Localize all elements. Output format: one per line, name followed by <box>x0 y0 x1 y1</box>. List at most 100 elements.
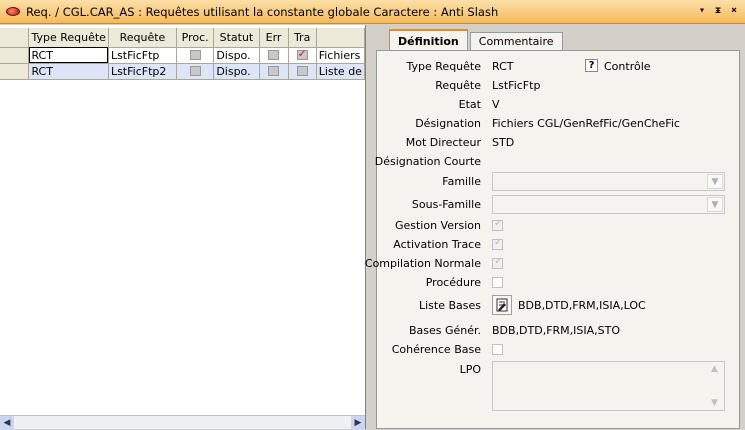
cell-requete[interactable]: LstFicFtp <box>108 47 177 64</box>
row-indicator[interactable] <box>0 47 30 64</box>
window-controls: ▾ ᵻ × <box>695 4 741 18</box>
close-button[interactable]: × <box>727 4 741 18</box>
coherence-base-checkbox[interactable] <box>492 344 503 355</box>
cell-designation[interactable]: Fichiers <box>316 47 366 64</box>
lpo-label: LPO <box>459 363 481 376</box>
dropdown-menu-button[interactable]: ▾ <box>695 4 709 18</box>
field-liste-bases: Liste Bases BDB,DTD,FRM,ISIA,LOC <box>377 295 741 317</box>
column-header-requete[interactable]: Requête <box>108 28 177 48</box>
activation-trace-label: Activation Trace <box>393 238 481 251</box>
cell-err[interactable] <box>259 63 289 80</box>
type-requete-value: RCT <box>492 60 514 73</box>
column-header-designation[interactable] <box>316 28 366 48</box>
procedure-label: Procédure <box>425 276 481 289</box>
column-header-type-requete[interactable]: Type Requête <box>28 28 109 48</box>
compilation-normale-label: Compilation Normale <box>364 257 481 270</box>
designation-label: Désignation <box>415 117 481 130</box>
proc-checkbox[interactable] <box>189 66 201 76</box>
cell-tra[interactable] <box>288 63 317 80</box>
famille-select[interactable]: ▼ <box>492 172 725 191</box>
mot-directeur-label: Mot Directeur <box>405 136 481 149</box>
cell-tra[interactable] <box>288 47 317 64</box>
controle-label: Contrôle <box>604 60 651 73</box>
designation-courte-label: Désignation Courte <box>374 155 481 168</box>
requests-grid-panel: Type Requête Requête Proc. Statut Err Tr… <box>0 25 366 430</box>
tra-checkbox[interactable] <box>296 66 308 76</box>
tra-checkbox-checked[interactable] <box>296 47 308 60</box>
compilation-normale-checkbox[interactable] <box>492 256 503 269</box>
field-activation-trace: Activation Trace <box>377 236 741 254</box>
pin-button[interactable]: ᵻ <box>711 4 725 18</box>
column-header-tra[interactable]: Tra <box>288 28 317 48</box>
gestion-version-checkbox[interactable] <box>492 218 503 231</box>
row-indicator-header <box>0 28 30 48</box>
liste-bases-label: Liste Bases <box>418 299 481 312</box>
field-mot-directeur: Mot Directeur STD <box>377 134 741 152</box>
proc-checkbox[interactable] <box>189 50 201 60</box>
lpo-textarea[interactable]: ▲ ▼ <box>492 361 725 411</box>
row-indicator[interactable] <box>0 63 30 80</box>
horizontal-scrollbar[interactable]: ◀ ▶ <box>0 415 365 430</box>
cell-requete[interactable]: LstFicFtp2 <box>108 63 177 80</box>
question-icon[interactable]: ? <box>585 59 598 72</box>
type-requete-label: Type Requête <box>406 60 481 73</box>
err-checkbox[interactable] <box>268 66 280 76</box>
requete-label: Requête <box>435 79 481 92</box>
bases-gener-value: BDB,DTD,FRM,ISIA,STO <box>492 324 621 337</box>
field-type-requete: Type Requête RCT ? Contrôle <box>377 58 741 76</box>
chevron-down-icon[interactable]: ▼ <box>707 174 723 189</box>
sous-famille-select[interactable]: ▼ <box>492 195 725 214</box>
window-titlebar: Req. / CGL.CAR_AS : Requêtes utilisant l… <box>0 0 745 24</box>
app-icon <box>6 7 20 16</box>
cell-designation[interactable]: Liste de <box>316 63 366 80</box>
scroll-left-icon[interactable]: ◀ <box>0 416 14 430</box>
designation-value: Fichiers CGL/GenRefFic/GenCheFic <box>492 117 680 130</box>
column-header-err[interactable]: Err <box>259 28 289 48</box>
list-bases-button[interactable] <box>492 295 512 315</box>
scroll-up-icon[interactable]: ▲ <box>711 364 718 374</box>
table-row[interactable]: RCT LstFicFtp Dispo. Fichiers <box>0 47 366 64</box>
field-famille: Famille ▼ <box>377 172 741 192</box>
cell-proc[interactable] <box>176 63 215 80</box>
tab-strip: Définition Commentaire <box>371 29 563 51</box>
scroll-down-icon[interactable]: ▼ <box>711 398 718 408</box>
err-checkbox[interactable] <box>268 50 280 60</box>
sous-famille-label: Sous-Famille <box>411 198 481 211</box>
famille-label: Famille <box>442 175 481 188</box>
activation-trace-checkbox[interactable] <box>492 237 503 250</box>
cell-proc[interactable] <box>176 47 215 64</box>
cell-type-requete[interactable]: RCT <box>28 47 109 64</box>
etat-value: V <box>492 98 500 111</box>
coherence-base-label: Cohérence Base <box>391 343 481 356</box>
field-lpo: LPO ▲ ▼ <box>377 361 741 413</box>
chevron-down-icon[interactable]: ▼ <box>707 197 723 212</box>
field-sous-famille: Sous-Famille ▼ <box>377 195 741 215</box>
column-header-statut[interactable]: Statut <box>213 28 260 48</box>
tab-commentaire[interactable]: Commentaire <box>469 32 563 51</box>
field-procedure: Procédure <box>377 274 741 292</box>
definition-form: Type Requête RCT ? Contrôle Requête LstF… <box>365 50 741 429</box>
field-compilation-normale: Compilation Normale <box>365 255 741 273</box>
field-etat: Etat V <box>377 96 741 114</box>
scroll-right-icon[interactable]: ▶ <box>351 416 365 430</box>
bases-gener-label: Bases Génér. <box>408 324 481 337</box>
procedure-checkbox[interactable] <box>492 277 503 288</box>
cell-statut[interactable]: Dispo. <box>213 63 260 80</box>
requests-table: Type Requête Requête Proc. Statut Err Tr… <box>0 28 366 80</box>
table-row[interactable]: RCT LstFicFtp2 Dispo. Liste de <box>0 63 366 80</box>
requete-value: LstFicFtp <box>492 79 541 92</box>
cell-type-requete[interactable]: RCT <box>28 63 109 80</box>
lpo-scrollbar[interactable]: ▲ ▼ <box>708 362 724 410</box>
field-bases-gener: Bases Génér. BDB,DTD,FRM,ISIA,STO <box>377 322 741 340</box>
field-gestion-version: Gestion Version <box>377 217 741 235</box>
liste-bases-value: BDB,DTD,FRM,ISIA,LOC <box>518 299 646 312</box>
field-designation-courte: Désignation Courte <box>374 153 741 171</box>
cell-statut[interactable]: Dispo. <box>213 47 260 64</box>
column-header-proc[interactable]: Proc. <box>176 28 215 48</box>
detail-panel: Définition Commentaire Type Requête RCT … <box>365 25 745 429</box>
tab-definition[interactable]: Définition <box>389 29 468 51</box>
window-title: Req. / CGL.CAR_AS : Requêtes utilisant l… <box>26 4 499 19</box>
field-designation: Désignation Fichiers CGL/GenRefFic/GenCh… <box>377 115 741 133</box>
cell-err[interactable] <box>259 47 289 64</box>
list-bases-icon <box>496 298 508 312</box>
